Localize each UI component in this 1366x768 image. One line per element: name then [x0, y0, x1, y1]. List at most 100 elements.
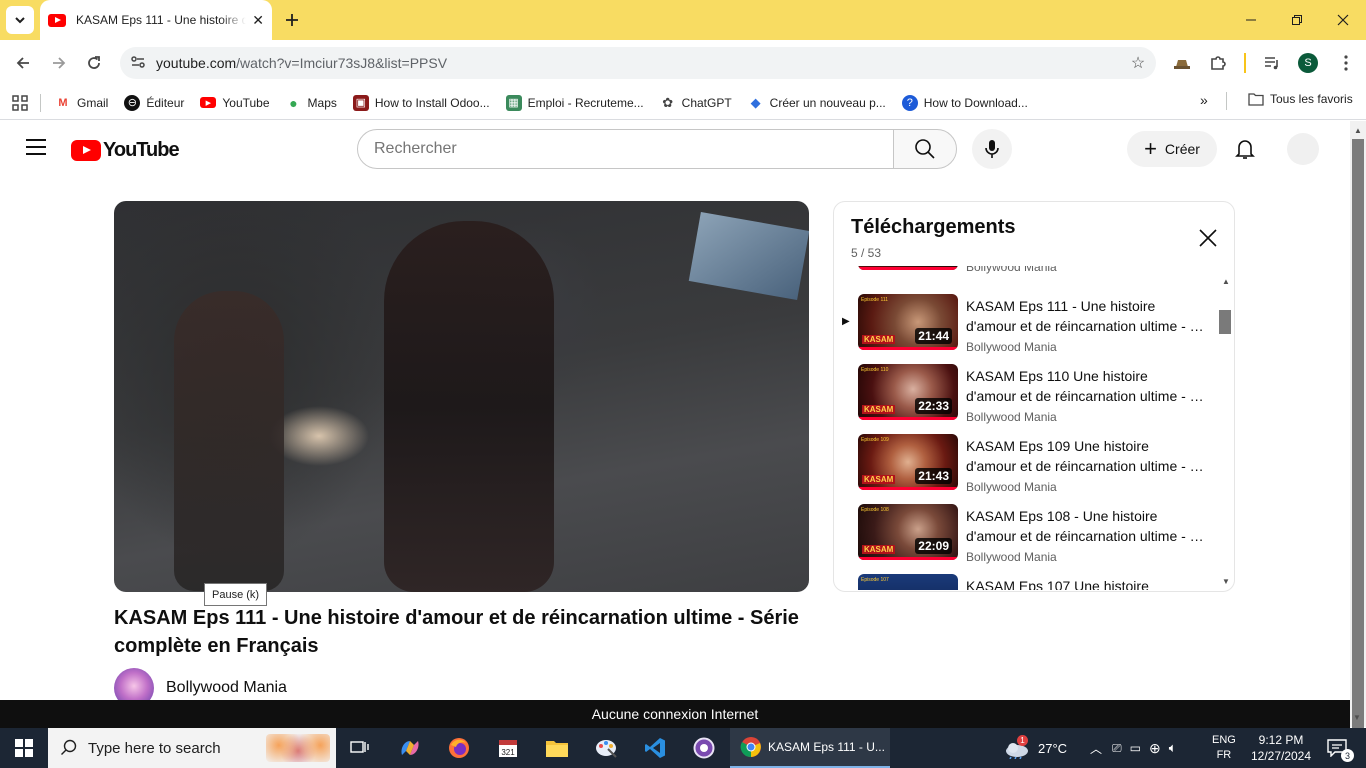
scroll-up-arrow-icon[interactable]: ▲ — [1222, 277, 1230, 286]
playlist-thumbnail: Episode 109 KASAM 21:43 — [858, 434, 958, 490]
page-scrollbar[interactable]: ▲ — [1350, 121, 1366, 735]
plus-icon: + — [1144, 136, 1157, 161]
video-frame-sign — [688, 211, 809, 301]
playlist-item[interactable]: Episode 109 KASAM 21:43 KASAM Eps 109 Un… — [834, 434, 1218, 496]
forward-button[interactable] — [44, 48, 74, 78]
playlist-items: Bollywood Mania ▶ Episode 111 KASAM 21:4… — [834, 266, 1218, 590]
network-globe-icon[interactable]: ⊕ — [1149, 740, 1161, 757]
extension-hat-button[interactable] — [1168, 49, 1196, 77]
playlist-item[interactable]: Episode 108 KASAM 22:09 KASAM Eps 108 - … — [834, 504, 1218, 566]
bookmark-gmail[interactable]: M Gmail — [55, 95, 108, 111]
search-button[interactable] — [893, 129, 957, 169]
close-window-button[interactable] — [1320, 0, 1366, 40]
apps-grid-icon[interactable] — [12, 94, 28, 111]
svg-text:321: 321 — [501, 748, 515, 757]
bookmark-maps[interactable]: ● Maps — [286, 95, 337, 111]
taskbar-search-box[interactable]: Type here to search — [48, 728, 336, 768]
playlist-item[interactable]: Episode 107 KASAM Eps 107 Une histoire — [834, 574, 1218, 590]
pause-tooltip: Pause (k) — [204, 583, 268, 606]
clock-date: 12/27/2024 — [1250, 749, 1312, 763]
playlist-close-button[interactable] — [1196, 226, 1220, 250]
bookmark-editeur[interactable]: ⊖ Éditeur — [124, 94, 184, 111]
scroll-down-arrow-icon[interactable]: ▼ — [1222, 577, 1230, 586]
clock[interactable]: 9:12 PM 12/27/2024 — [1250, 728, 1312, 768]
playlist-item-channel: Bollywood Mania — [966, 340, 1057, 354]
playlist-item-channel: Bollywood Mania — [966, 550, 1057, 564]
start-button[interactable] — [0, 728, 48, 768]
arrow-right-icon — [53, 57, 66, 69]
taskbar-media-app[interactable] — [680, 728, 728, 768]
guide-menu-icon[interactable] — [26, 139, 46, 155]
volume-icon[interactable]: 🔈︎ — [1169, 740, 1177, 756]
new-tab-button[interactable] — [278, 6, 306, 34]
duration-badge: 22:33 — [915, 398, 952, 414]
back-button[interactable] — [8, 48, 38, 78]
bookmark-creer[interactable]: ◆ Créer un nouveau p... — [748, 95, 886, 111]
bookmark-label: YouTube — [222, 95, 270, 110]
chrome-menu-button[interactable] — [1332, 49, 1360, 77]
taskbar-chrome-window[interactable]: KASAM Eps 111 - U... — [730, 728, 890, 768]
notifications-button[interactable] — [1232, 136, 1258, 162]
bookmark-chatgpt[interactable]: ✿ ChatGPT — [660, 95, 732, 111]
gmail-icon: M — [58, 96, 68, 109]
profile-avatar[interactable]: S — [1298, 53, 1318, 73]
tab-title: KASAM Eps 111 - Une histoire d'amour et … — [76, 13, 247, 27]
youtube-logo-text: YouTube — [103, 139, 180, 161]
title-line: d'amour et de réincarnation ultime - Sér… — [966, 458, 1204, 474]
taskbar-vscode[interactable] — [631, 728, 679, 768]
minimize-button[interactable] — [1228, 0, 1274, 40]
system-tray-icons: ︿ ⎚ ▭ ⊕ 🔈︎ — [1090, 728, 1177, 768]
site-info-icon[interactable] — [120, 54, 156, 73]
account-avatar[interactable] — [1287, 133, 1319, 165]
playlist-item-current[interactable]: ▶ Episode 111 KASAM 21:44 KASAM Eps 111 … — [834, 294, 1218, 356]
video-player[interactable] — [114, 201, 809, 592]
taskbar-calendar-app[interactable]: 321 — [484, 728, 532, 768]
taskbar-paint-app[interactable] — [582, 728, 630, 768]
title-line: KASAM Eps 109 Une histoire — [966, 438, 1149, 454]
playlist-thumbnail: Episode 108 KASAM 22:09 — [858, 504, 958, 560]
extensions-button[interactable] — [1204, 49, 1232, 77]
battery-icon[interactable]: ▭ — [1130, 741, 1141, 755]
task-view-button[interactable] — [336, 728, 384, 768]
notification-center-button[interactable]: 3 — [1322, 728, 1354, 768]
url-path: /watch?v=Imciur73sJ8&list=PPSV — [236, 55, 448, 71]
taskbar-firefox[interactable] — [435, 728, 483, 768]
youtube-icon: ▶ — [200, 97, 217, 108]
weather-widget[interactable]: 1 27°C — [1004, 728, 1067, 768]
create-button[interactable]: + Créer — [1127, 131, 1217, 167]
search-input[interactable]: Rechercher — [357, 129, 894, 169]
tab-search-button[interactable] — [6, 6, 34, 34]
address-bar[interactable]: youtube.com/watch?v=Imciur73sJ8&list=PPS… — [120, 47, 1156, 79]
bookmark-odoo[interactable]: ▣ How to Install Odoo... — [352, 94, 490, 111]
playlist-title[interactable]: Téléchargements — [851, 216, 1016, 239]
voice-search-button[interactable] — [972, 129, 1012, 169]
bookmark-label: ChatGPT — [681, 95, 732, 110]
bookmark-emploi[interactable]: ▦ Emploi - Recruteme... — [505, 94, 644, 111]
all-favorites-folder[interactable]: Tous les favoris — [1248, 92, 1353, 106]
windows-logo-icon — [15, 739, 33, 757]
playlist-item[interactable]: Episode 110 KASAM 22:33 KASAM Eps 110 Un… — [834, 364, 1218, 426]
bookmark-youtube[interactable]: ▶ YouTube — [200, 95, 270, 110]
language-indicator[interactable]: ENG FR — [1212, 728, 1236, 768]
youtube-logo[interactable]: YouTube — [71, 139, 180, 162]
bookmark-star-icon[interactable]: ☆ — [1120, 53, 1156, 73]
bookmark-download[interactable]: ? How to Download... — [901, 94, 1028, 111]
scroll-up-arrow-icon[interactable]: ▲ — [1354, 126, 1362, 135]
tab-close-icon[interactable]: ✕ — [252, 12, 264, 29]
page-scroll-thumb[interactable] — [1352, 139, 1364, 735]
playlist-item-title: KASAM Eps 110 Une histoire d'amour et de … — [966, 366, 1204, 406]
scroll-down-arrow-icon[interactable]: ▼ — [1353, 713, 1361, 722]
media-controls-button[interactable] — [1258, 49, 1286, 77]
toolbar-separator — [1244, 53, 1246, 73]
tray-overflow-chevron-icon[interactable]: ︿ — [1090, 740, 1102, 757]
taskbar-copilot[interactable] — [386, 728, 434, 768]
tray-device-icon[interactable]: ⎚ — [1112, 741, 1122, 756]
playlist-scroll-thumb[interactable] — [1219, 310, 1231, 334]
reload-button[interactable] — [79, 48, 109, 78]
taskbar-file-explorer[interactable] — [533, 728, 581, 768]
more-bookmarks-chevron-icon[interactable]: » — [1200, 92, 1208, 108]
active-tab[interactable]: KASAM Eps 111 - Une histoire d'amour et … — [40, 0, 272, 40]
restore-button[interactable] — [1274, 0, 1320, 40]
channel-name[interactable]: Bollywood Mania — [166, 679, 287, 697]
playlist-item[interactable]: Bollywood Mania — [834, 266, 1218, 276]
